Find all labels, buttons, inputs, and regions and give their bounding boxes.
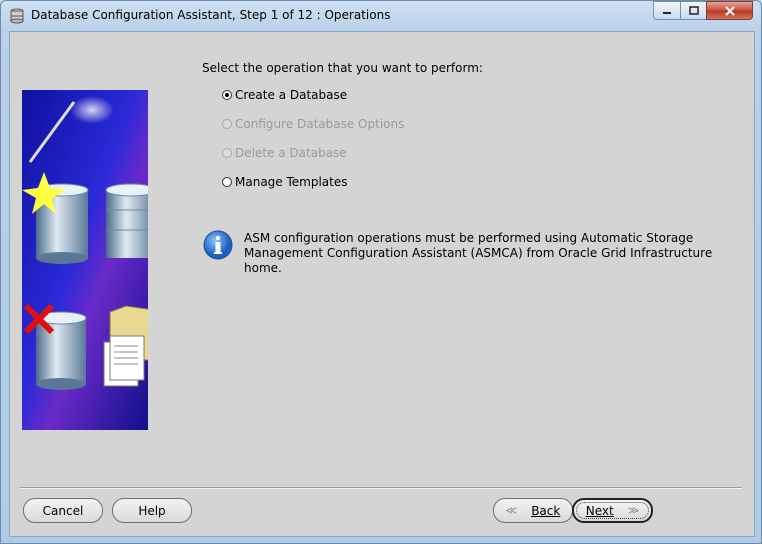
window-controls	[653, 1, 753, 21]
close-button[interactable]	[706, 1, 753, 20]
asm-info-message: ASM configuration operations must be per…	[244, 231, 744, 276]
title-bar[interactable]: Database Configuration Assistant, Step 1…	[1, 1, 761, 31]
window-title: Database Configuration Assistant, Step 1…	[31, 8, 391, 22]
help-button[interactable]: Help	[112, 498, 192, 523]
radio-configure-database-options: Configure Database Options	[222, 117, 404, 131]
back-button[interactable]: ≪ Back	[493, 498, 573, 523]
radio-label: Configure Database Options	[235, 117, 405, 131]
radio-button	[222, 119, 232, 129]
database-cylinder-icon	[105, 183, 148, 258]
radio-create-database[interactable]: Create a Database	[222, 88, 347, 102]
dbca-banner-image	[22, 90, 148, 430]
radio-label: Delete a Database	[235, 146, 347, 160]
radio-button	[222, 148, 232, 158]
back-label: Back	[531, 503, 561, 518]
dialog-window: Database Configuration Assistant, Step 1…	[0, 0, 762, 544]
radio-manage-templates[interactable]: Manage Templates	[222, 175, 348, 189]
help-label: Help	[138, 503, 166, 518]
cancel-button[interactable]: Cancel	[23, 498, 103, 523]
info-icon	[203, 230, 233, 260]
close-icon	[724, 5, 735, 16]
next-label: Next	[585, 503, 614, 518]
footer-separator	[20, 487, 742, 489]
info-line-2: Management Configuration Assistant (ASMC…	[244, 246, 713, 275]
cancel-label: Cancel	[42, 503, 84, 518]
next-button[interactable]: Next ≫	[572, 498, 653, 523]
minimize-button[interactable]	[653, 1, 680, 20]
info-line-1: ASM configuration operations must be per…	[244, 231, 694, 245]
folder-documents-icon	[103, 305, 148, 387]
operation-prompt: Select the operation that you want to pe…	[202, 61, 483, 75]
maximize-icon	[688, 6, 699, 15]
radio-button[interactable]	[222, 90, 232, 100]
radio-delete-database: Delete a Database	[222, 146, 347, 160]
chevron-right-icon: ≫	[627, 504, 640, 517]
database-app-icon	[10, 8, 24, 24]
minimize-icon	[663, 11, 671, 14]
radio-label: Manage Templates	[235, 175, 348, 189]
dialog-content: Select the operation that you want to pe…	[9, 31, 755, 537]
radio-button[interactable]	[222, 177, 232, 187]
chevron-left-icon: ≪	[505, 504, 518, 517]
maximize-button[interactable]	[680, 1, 706, 20]
radio-label: Create a Database	[235, 88, 348, 102]
